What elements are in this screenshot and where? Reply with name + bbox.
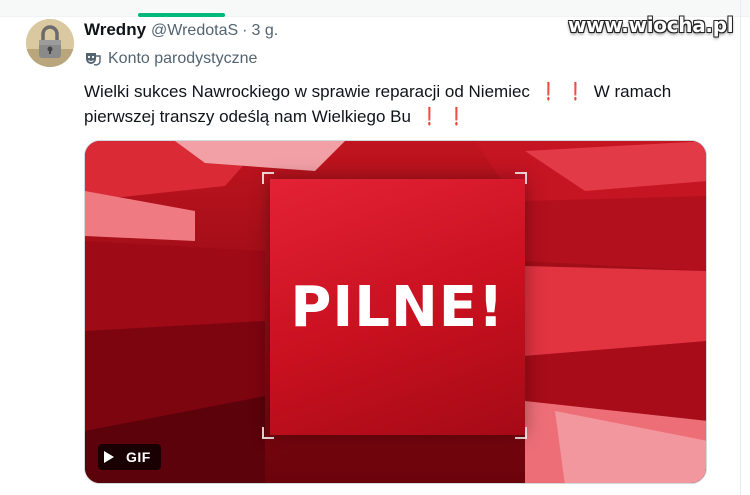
- tweet-line-1: Wielki sukces Nawrockiego w sprawie repa…: [84, 79, 724, 104]
- parody-account-label: Konto parodystyczne: [84, 50, 257, 68]
- pilne-banner-text: PILNE!: [290, 274, 505, 340]
- column-border: [740, 0, 741, 495]
- author-handle[interactable]: @WredotaS: [151, 22, 238, 40]
- separator-dot: ·: [242, 22, 248, 39]
- exclamation-emoji: ❗: [541, 82, 555, 101]
- gif-media[interactable]: PILNE! GIF: [84, 140, 707, 484]
- author-name[interactable]: Wredny: [84, 20, 146, 40]
- gif-badge-label: GIF: [126, 449, 151, 465]
- exclamation-emoji: ❗: [569, 82, 582, 101]
- padlock-avatar-image: [26, 19, 74, 67]
- tweet-text-part: pierwszej transzy odeślą nam Wielkiego B…: [84, 107, 411, 126]
- tweet-text-part: W ramach: [593, 82, 672, 101]
- play-icon: [104, 451, 114, 463]
- active-tab-indicator: [138, 13, 225, 17]
- parody-label-text: Konto parodystyczne: [108, 50, 258, 67]
- avatar[interactable]: [26, 19, 74, 67]
- exclamation-emoji: ❗: [422, 107, 436, 126]
- tweet-timestamp[interactable]: 3 g.: [251, 22, 278, 40]
- tweet-line-2: pierwszej transzy odeślą nam Wielkiego B…: [84, 104, 724, 129]
- tweet-text-part: Wielki sukces Nawrockiego w sprawie repa…: [84, 82, 530, 101]
- gif-play-button[interactable]: GIF: [98, 444, 161, 470]
- pilne-banner: PILNE!: [270, 179, 525, 435]
- exclamation-emoji: ❗: [450, 107, 463, 126]
- tweet-header: Wredny @WredotaS · 3 g.: [84, 20, 278, 42]
- site-watermark: www.wiocha.pl: [568, 13, 734, 37]
- tweet-body: Wielki sukces Nawrockiego w sprawie repa…: [84, 79, 724, 129]
- theater-mask-icon: [84, 50, 102, 68]
